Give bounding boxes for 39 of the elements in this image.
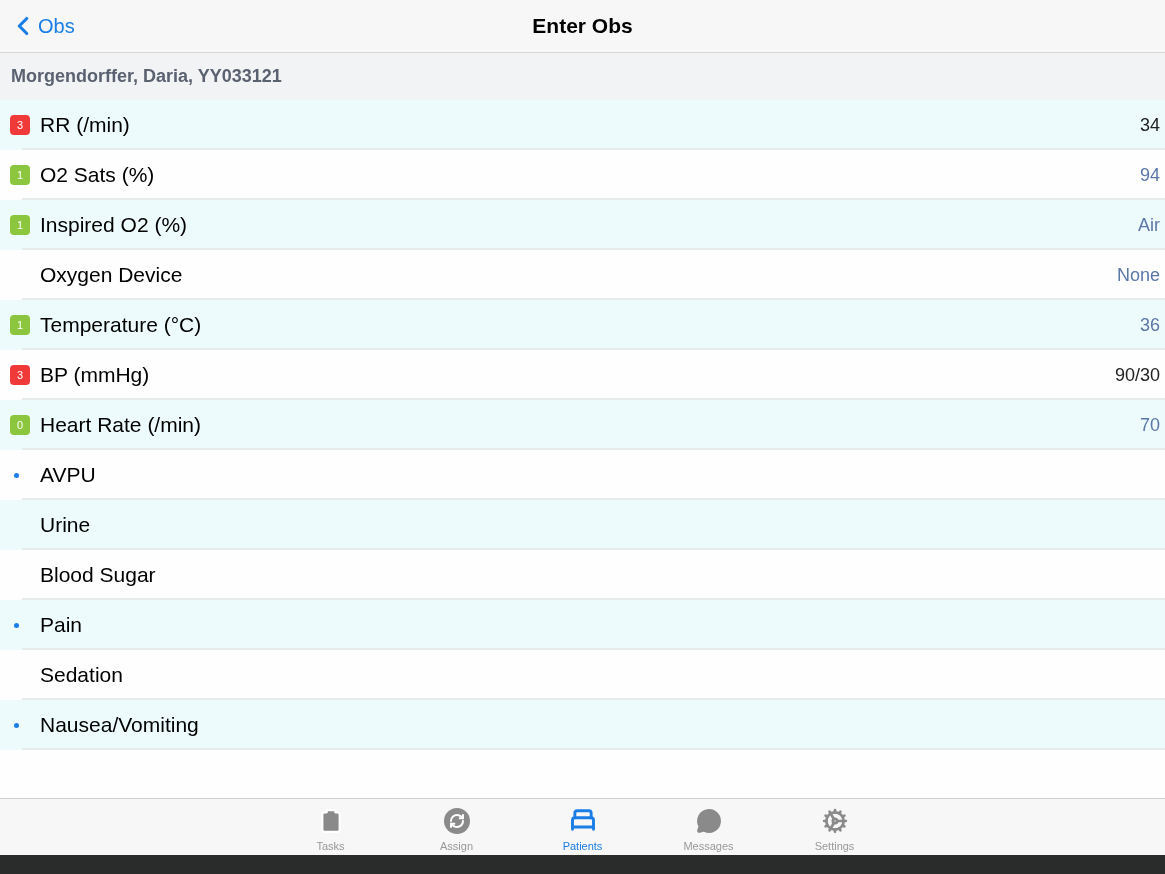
window-title: Enter Obs [532,13,633,40]
observation-value: 90/30 [1114,363,1161,387]
observation-row[interactable]: Pain [0,600,1165,650]
refresh-icon [443,807,470,834]
observation-row[interactable]: 3 RR (/min) 34 [0,100,1165,150]
score-badge: 0 [10,415,30,435]
observation-label: Inspired O2 (%) [40,212,188,239]
observation-row[interactable]: 0 Heart Rate (/min) 70 [0,400,1165,450]
observation-value: 94 [1139,163,1161,187]
observation-label: Blood Sugar [40,562,156,589]
tab-item[interactable]: Patients [541,799,624,855]
observation-row[interactable]: 1 Temperature (°C) 36 [0,300,1165,350]
observation-value: None [1116,263,1161,287]
score-badge: 1 [10,165,30,185]
observation-label: Nausea/Vomiting [40,712,199,739]
observation-value: 36 [1139,313,1161,337]
observation-label: Pain [40,612,83,639]
observation-value: 34 [1139,113,1161,137]
score-badge: 3 [10,115,30,135]
observation-label: BP (mmHg) [40,362,150,389]
score-badge: 1 [10,315,30,335]
observation-row[interactable]: Nausea/Vomiting [0,700,1165,750]
observation-row[interactable]: 1 Inspired O2 (%) Air [0,200,1165,250]
observation-row[interactable]: Urine [0,500,1165,550]
back-button[interactable]: Obs [0,11,75,41]
observation-label: AVPU [40,462,96,489]
observation-label: Oxygen Device [40,262,183,289]
observation-label: O2 Sats (%) [40,162,155,189]
observation-label: Temperature (°C) [40,312,202,339]
score-badge: 1 [10,215,30,235]
observation-label: RR (/min) [40,112,130,139]
score-badge: 3 [10,365,30,385]
observation-label: Heart Rate (/min) [40,412,202,439]
observation-value: 70 [1139,413,1161,437]
observation-value: Air [1138,213,1161,237]
patient-name: Morgendorffer, Daria, YY033121 [11,65,282,88]
observation-label: Urine [40,512,91,539]
speech-bubble-icon [695,807,722,834]
observation-label: Sedation [40,662,123,689]
